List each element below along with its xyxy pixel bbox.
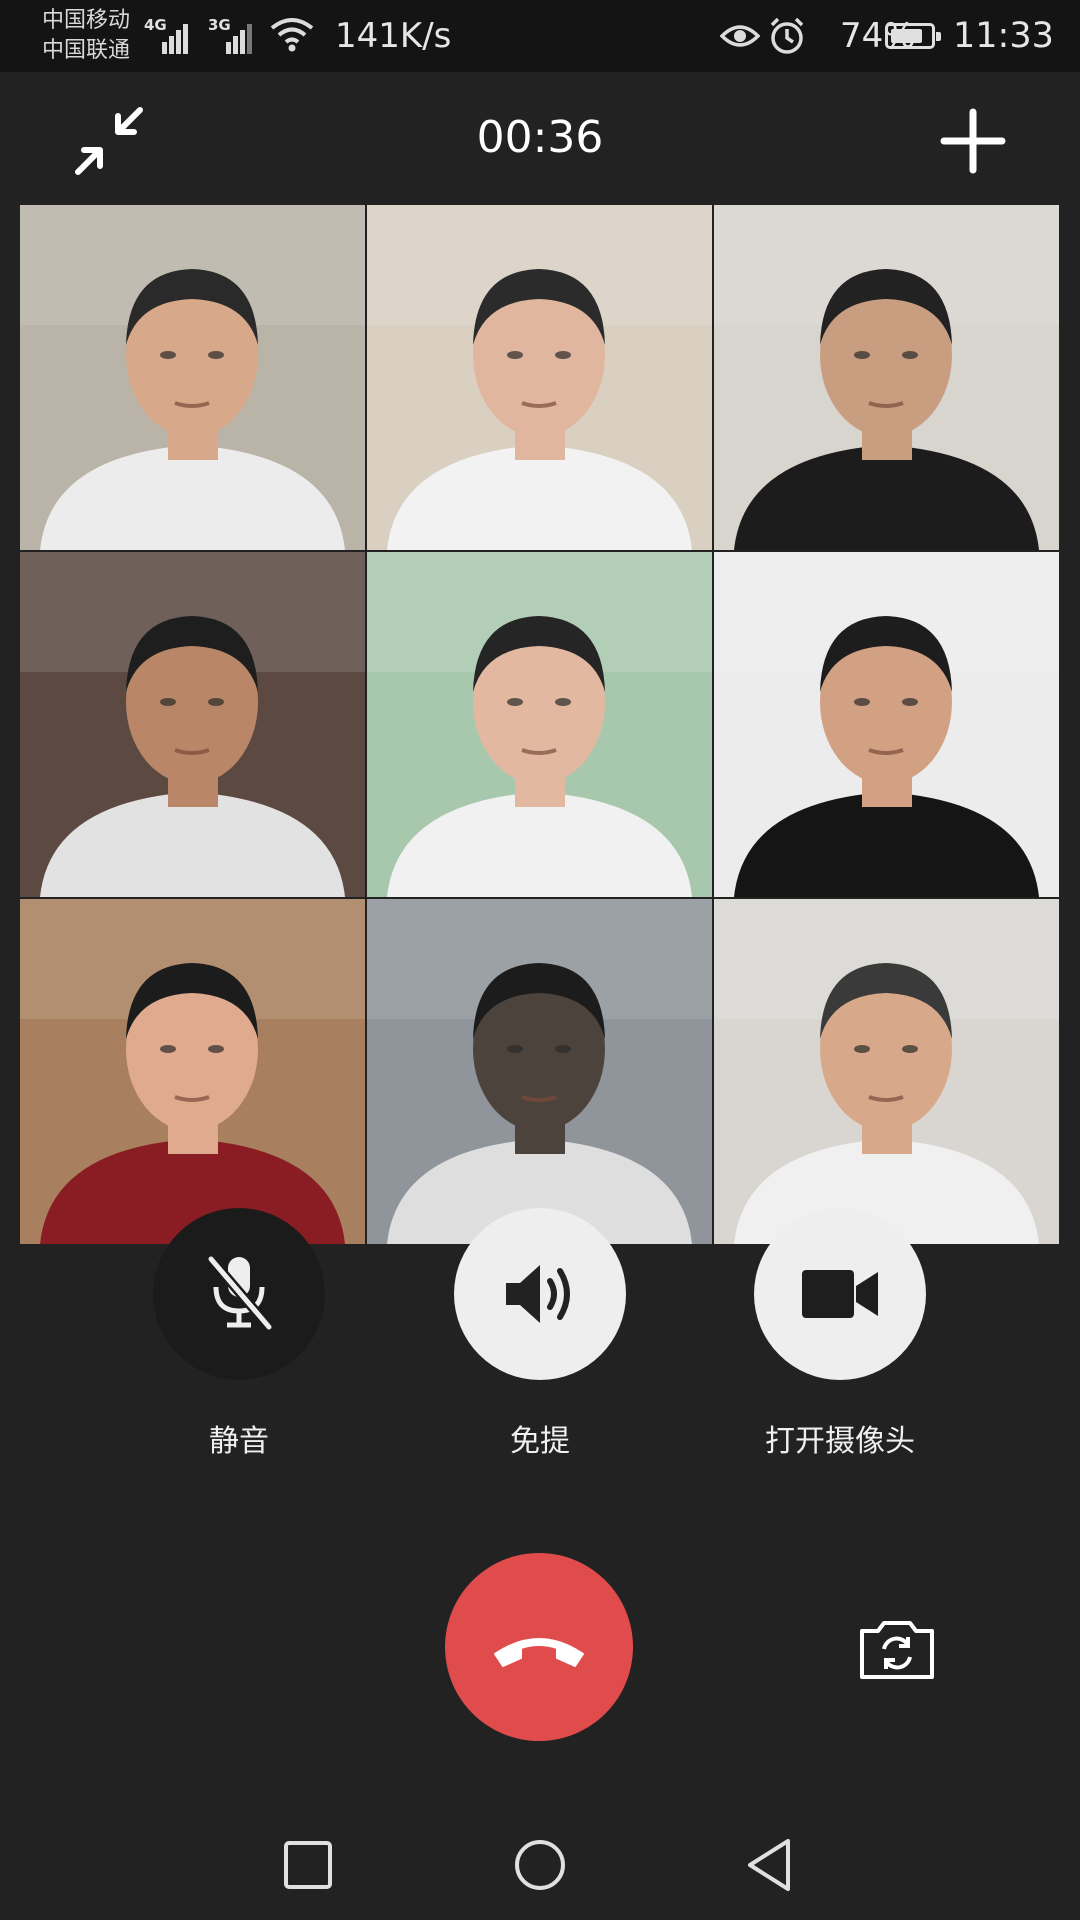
camera-label: 打开摄像头 — [765, 1424, 915, 1459]
participant-video — [367, 899, 712, 1244]
mute-control: 静音 — [152, 1208, 326, 1460]
signal-icon: 4G — [144, 16, 194, 54]
camera-control: 打开摄像头 — [753, 1208, 927, 1460]
participant-video — [714, 552, 1059, 897]
switch-camera-icon[interactable] — [858, 1617, 936, 1681]
speaker-label: 免提 — [510, 1424, 570, 1459]
network-type-2: 3G — [208, 16, 231, 34]
alarm-icon — [770, 17, 804, 54]
participant-video — [20, 552, 365, 897]
add-participant-icon[interactable] — [940, 108, 1006, 174]
call-timer: 00:36 — [476, 112, 604, 163]
participant-video — [367, 205, 712, 550]
speaker-icon — [506, 1265, 570, 1323]
phone-hangup-icon — [494, 1638, 584, 1667]
participant-video — [714, 899, 1059, 1244]
wifi-icon — [270, 18, 314, 52]
camera-button[interactable] — [754, 1208, 926, 1380]
back-icon[interactable] — [740, 1835, 800, 1895]
carrier-2: 中国联通 — [42, 38, 131, 63]
participant-video-tile[interactable] — [367, 899, 712, 1244]
signal-icon: 3G — [208, 16, 258, 54]
status-bar: 中国移动 中国联通 4G 3G 141K/s 74% 11:33 — [0, 0, 1080, 72]
mute-button[interactable] — [153, 1208, 325, 1380]
recent-apps-icon[interactable] — [278, 1835, 338, 1895]
network-speed: 141K/s — [335, 16, 452, 56]
video-grid — [20, 205, 1059, 1244]
mute-label: 静音 — [209, 1424, 269, 1459]
speaker-button[interactable] — [454, 1208, 626, 1380]
participant-video-tile[interactable] — [20, 205, 365, 550]
participant-video — [20, 205, 365, 550]
participant-video-tile[interactable] — [714, 205, 1059, 550]
participant-video-tile[interactable] — [714, 899, 1059, 1244]
participant-video-tile[interactable] — [20, 899, 365, 1244]
participant-video-tile[interactable] — [367, 552, 712, 897]
participant-video — [20, 899, 365, 1244]
hang-up-button[interactable] — [445, 1553, 633, 1741]
eye-icon — [720, 25, 760, 47]
video-camera-icon — [802, 1270, 878, 1318]
clock: 11:33 — [953, 16, 1054, 56]
carrier-names: 中国移动 中国联通 — [42, 6, 130, 66]
microphone-off-icon — [207, 1255, 273, 1331]
participant-video-tile[interactable] — [714, 552, 1059, 897]
participant-video — [714, 205, 1059, 550]
carrier-1: 中国移动 — [42, 8, 131, 33]
home-icon[interactable] — [510, 1835, 570, 1895]
network-type-1: 4G — [144, 16, 167, 34]
participant-video-tile[interactable] — [367, 205, 712, 550]
battery-icon — [885, 23, 941, 49]
speaker-control: 免提 — [453, 1208, 627, 1460]
participant-video-tile[interactable] — [20, 552, 365, 897]
participant-video — [367, 552, 712, 897]
